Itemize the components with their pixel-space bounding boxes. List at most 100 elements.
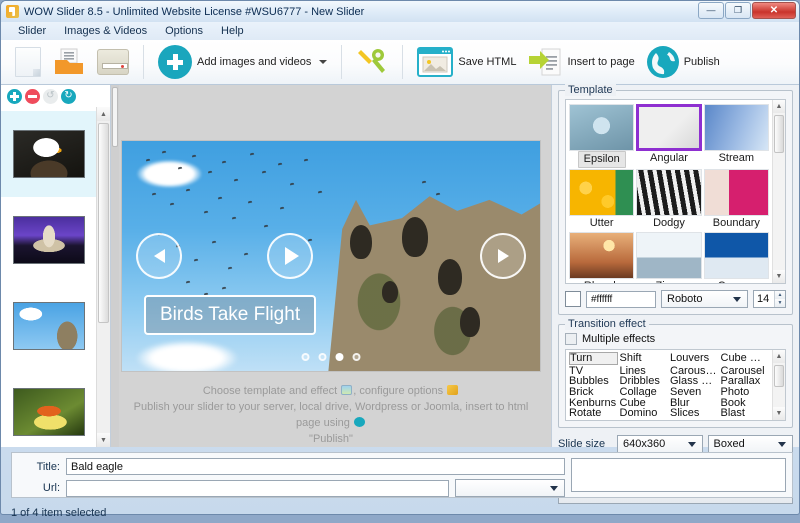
canvas-scrollbar[interactable] (111, 85, 119, 447)
effect-item[interactable]: Glass Parall... (670, 375, 719, 386)
menu-images-videos[interactable]: Images & Videos (55, 23, 156, 39)
font-size-down-icon[interactable]: ▼ (775, 299, 785, 307)
font-size-up-icon[interactable]: ▲ (775, 291, 785, 299)
save-slider-button[interactable] (91, 42, 135, 82)
next-slide-button[interactable] (480, 233, 526, 279)
slide-size-select[interactable]: 640x360 (617, 435, 703, 453)
template-item-boundary[interactable]: Boundary (703, 169, 769, 231)
publish-button[interactable]: Publish (641, 42, 726, 82)
effect-item[interactable]: Louvers (670, 352, 719, 365)
template-item-angular[interactable]: Angular (636, 104, 702, 168)
slides-scrollbar[interactable]: ▲ ▼ (96, 107, 110, 447)
list-item[interactable] (1, 283, 96, 369)
transition-scrollbar-thumb[interactable] (774, 365, 784, 387)
prev-slide-button[interactable] (136, 233, 182, 279)
bullet-2[interactable] (318, 353, 327, 361)
template-item-zippy[interactable]: Zippy (636, 232, 702, 283)
template-item-stream[interactable]: Stream (703, 104, 769, 168)
effect-item[interactable]: Collage (620, 386, 669, 397)
scrollbar-thumb[interactable] (98, 123, 109, 323)
effect-item[interactable]: Cube Over (721, 352, 770, 365)
tools-button[interactable] (350, 42, 394, 82)
rotate-left-icon[interactable]: ↺ (43, 88, 58, 104)
effect-item[interactable]: Brick (569, 386, 618, 397)
effect-item[interactable]: Lines (620, 365, 669, 376)
save-html-button[interactable]: Save HTML (411, 42, 522, 82)
font-family-select[interactable]: Roboto (661, 290, 748, 308)
chevron-down-icon[interactable] (319, 60, 328, 64)
save-html-label: Save HTML (458, 56, 517, 68)
template-item-dodgy[interactable]: Dodgy (636, 169, 702, 231)
menu-help[interactable]: Help (212, 23, 253, 39)
text-color-swatch[interactable] (565, 291, 581, 307)
template-scroll-down-icon[interactable]: ▼ (773, 270, 785, 283)
bullet-3[interactable] (335, 353, 344, 361)
effect-item[interactable]: Slices (670, 407, 719, 418)
minimize-button[interactable]: — (698, 2, 724, 19)
template-item-rhomb[interactable]: Rhomb (569, 232, 635, 283)
description-textarea[interactable] (571, 458, 786, 492)
effect-item[interactable]: Parallax (721, 375, 770, 386)
template-name: Convex (704, 279, 769, 283)
effect-item[interactable]: Blur (670, 397, 719, 408)
text-color-value[interactable]: #ffffff (586, 290, 656, 308)
bullet-1[interactable] (301, 353, 310, 361)
effect-item[interactable]: Cube (620, 397, 669, 408)
url-target-select[interactable] (455, 479, 565, 497)
effect-item[interactable]: Photo (721, 386, 770, 397)
effect-item[interactable]: Shift (620, 352, 669, 365)
transition-scroll-down-icon[interactable]: ▼ (773, 407, 785, 420)
rotate-right-icon[interactable]: ↻ (61, 88, 76, 104)
effect-item[interactable]: Book (721, 397, 770, 408)
template-scrollbar-thumb[interactable] (774, 115, 784, 153)
list-item[interactable] (1, 111, 96, 197)
open-slider-button[interactable] (47, 42, 91, 82)
multiple-effects-row[interactable]: Multiple effects (565, 333, 786, 345)
slide-preview[interactable]: Birds Take Flight (122, 141, 540, 371)
url-input[interactable] (66, 479, 449, 497)
menu-options[interactable]: Options (156, 23, 212, 39)
effect-item[interactable]: Seven (670, 386, 719, 397)
scroll-down-icon[interactable]: ▼ (97, 433, 110, 447)
slide-layout-select[interactable]: Boxed (707, 435, 793, 453)
plus-circle-icon (158, 45, 192, 79)
multiple-effects-checkbox[interactable] (565, 333, 577, 345)
play-button[interactable] (267, 233, 313, 279)
new-slider-button[interactable] (9, 42, 47, 82)
effect-item[interactable]: Carousel (721, 365, 770, 376)
effect-item[interactable]: Turn (569, 352, 618, 365)
save-disk-icon (97, 49, 129, 75)
font-size-stepper[interactable]: 14 ▲ ▼ (753, 290, 786, 308)
template-item-utter[interactable]: Utter (569, 169, 635, 231)
template-scrollbar[interactable]: ▲ ▼ (772, 100, 785, 283)
transition-scrollbar[interactable]: ▲ ▼ (772, 350, 785, 420)
scroll-up-icon[interactable]: ▲ (97, 107, 110, 121)
effect-item[interactable]: Carousel B... (670, 365, 719, 376)
title-input[interactable]: Bald eagle (66, 458, 565, 475)
effect-item[interactable]: TV (569, 365, 618, 376)
remove-slide-icon[interactable] (25, 88, 40, 104)
list-item[interactable] (1, 369, 96, 447)
transition-effect-list[interactable]: Turn Shift Louvers Cube Over TV Lines Ca… (565, 349, 786, 421)
add-slide-icon[interactable] (7, 88, 22, 104)
template-list[interactable]: Epsilon Angular Stream Utter Dodgy Bound… (565, 99, 786, 284)
effect-item[interactable]: Bubbles (569, 375, 618, 386)
template-item-convex[interactable]: Convex (703, 232, 769, 283)
effect-item[interactable]: Domino (620, 407, 669, 418)
effect-item[interactable]: Blast (721, 407, 770, 418)
list-item[interactable] (1, 197, 96, 283)
effect-item[interactable]: Dribbles (620, 375, 669, 386)
menu-slider[interactable]: Slider (9, 23, 55, 39)
canvas-scrollbar-thumb[interactable] (112, 87, 118, 147)
insert-to-page-button[interactable]: Insert to page (522, 42, 640, 82)
bullet-4[interactable] (352, 353, 361, 361)
template-scroll-up-icon[interactable]: ▲ (773, 100, 785, 113)
add-images-videos-button[interactable]: Add images and videos (152, 42, 333, 82)
restore-button[interactable]: ❐ (725, 2, 751, 19)
close-button[interactable]: ✕ (752, 2, 796, 19)
transition-scroll-up-icon[interactable]: ▲ (773, 350, 785, 363)
effect-item[interactable]: Kenburns (569, 397, 618, 408)
template-item-epsilon[interactable]: Epsilon (569, 104, 635, 168)
cloud-shape (122, 331, 262, 371)
effect-item[interactable]: Rotate (569, 407, 618, 418)
